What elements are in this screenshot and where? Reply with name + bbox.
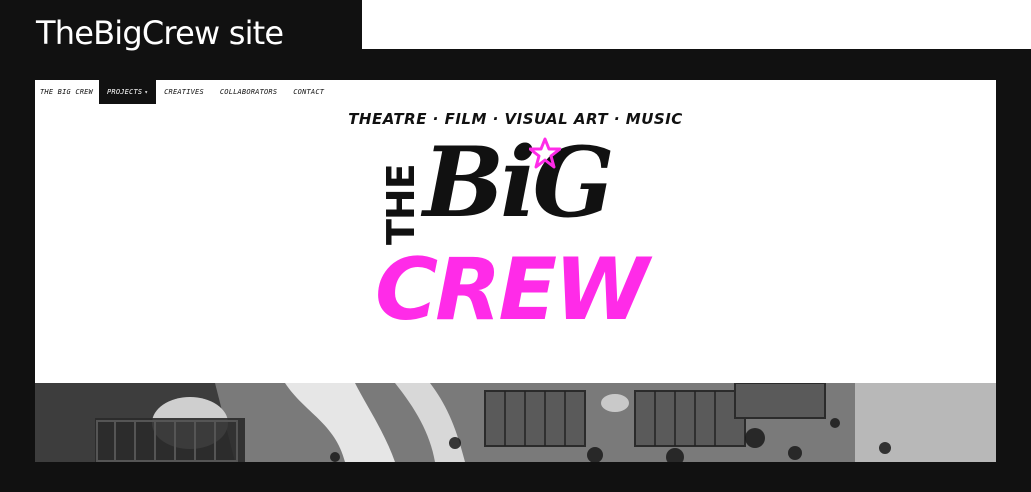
website-preview: THE BIG CREW PROJECTS ▾ CREATIVES COLLAB… — [35, 80, 996, 462]
nav-item-collaborators[interactable]: COLLABORATORS — [212, 80, 285, 104]
nav-brand-link[interactable]: THE BIG CREW — [35, 80, 99, 104]
nav-item-projects[interactable]: PROJECTS ▾ — [98, 80, 157, 104]
hero-photo-art — [35, 383, 996, 462]
logo-big: BiG — [423, 126, 615, 239]
site-logo[interactable]: THE BiG CREW — [371, 126, 661, 350]
logo-the: THE — [379, 164, 423, 245]
nav-item-creatives[interactable]: CREATIVES — [156, 80, 212, 104]
nav-item-contact[interactable]: CONTACT — [285, 80, 332, 104]
window-title: TheBigCrew site — [36, 14, 284, 52]
hero-photo — [35, 383, 996, 462]
star-icon — [529, 137, 561, 169]
nav-item-label: PROJECTS — [106, 88, 143, 96]
chevron-down-icon: ▾ — [144, 88, 149, 96]
top-strip — [362, 0, 1031, 49]
site-navbar: THE BIG CREW PROJECTS ▾ CREATIVES COLLAB… — [35, 80, 996, 104]
logo-crew: CREW — [375, 240, 649, 340]
window-title-tab: TheBigCrew site — [0, 0, 362, 70]
